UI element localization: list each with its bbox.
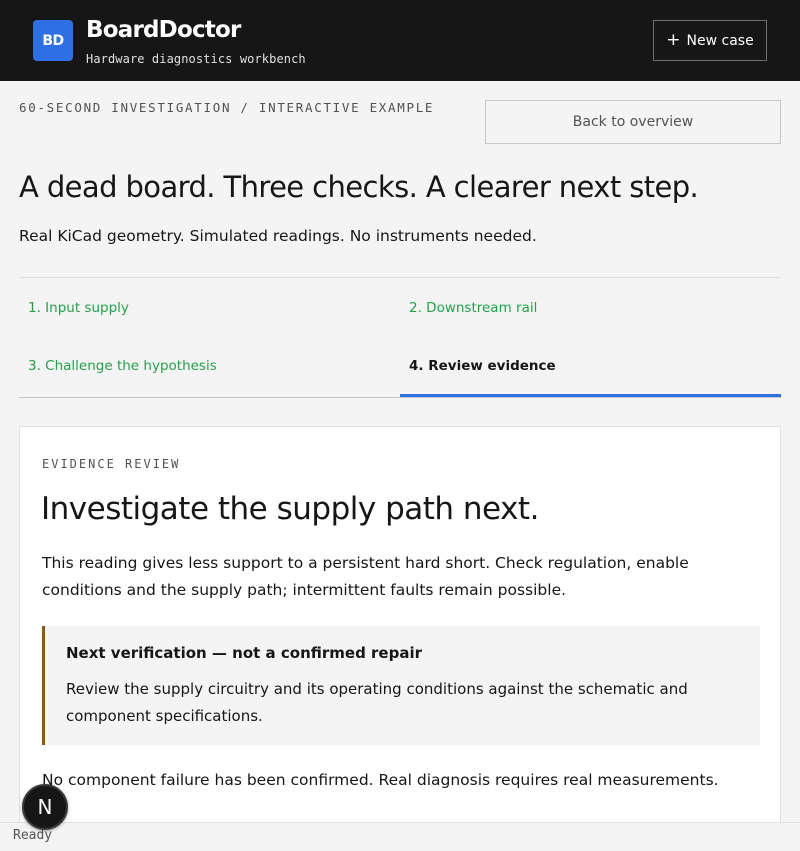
brand-subtitle: Hardware diagnostics workbench [86,52,306,66]
back-to-overview-button[interactable]: Back to overview [485,100,781,144]
brand-name: BoardDoctor [86,17,241,43]
plus-icon: + [666,30,681,50]
card-eyebrow: EVIDENCE REVIEW [42,457,181,471]
callout-body: Review the supply circuitry and its oper… [66,680,688,725]
page-subtitle: Real KiCad geometry. Simulated readings.… [19,227,537,245]
new-case-button[interactable]: + New case [653,20,767,61]
card-body: This reading gives less support to a per… [42,554,689,599]
disclaimer-text: No component failure has been confirmed.… [42,771,719,789]
app-header: BD BoardDoctor Hardware diagnostics work… [0,0,800,81]
step-tabs: 1. Input supply 2. Downstream rail 3. Ch… [19,277,781,398]
page-title: A dead board. Three checks. A clearer ne… [19,170,699,204]
card-title: Investigate the supply path next. [41,491,539,527]
status-text: Ready [13,828,53,843]
tab-downstream-rail[interactable]: 2. Downstream rail [400,278,781,338]
status-bar [0,822,800,851]
nextjs-dev-badge[interactable]: N [22,784,68,830]
next-verification-callout: Next verification — not a confirmed repa… [42,626,760,745]
callout-title: Next verification — not a confirmed repa… [66,644,423,662]
evidence-card: EVIDENCE REVIEW Investigate the supply p… [19,426,781,851]
tab-review-evidence[interactable]: 4. Review evidence [400,336,781,397]
breadcrumb: 60-SECOND INVESTIGATION / INTERACTIVE EX… [19,100,435,115]
tab-challenge-hypothesis[interactable]: 3. Challenge the hypothesis [19,336,400,396]
new-case-label: New case [686,32,754,49]
brand-logo: BD [33,20,73,61]
tab-input-supply[interactable]: 1. Input supply [19,278,400,338]
